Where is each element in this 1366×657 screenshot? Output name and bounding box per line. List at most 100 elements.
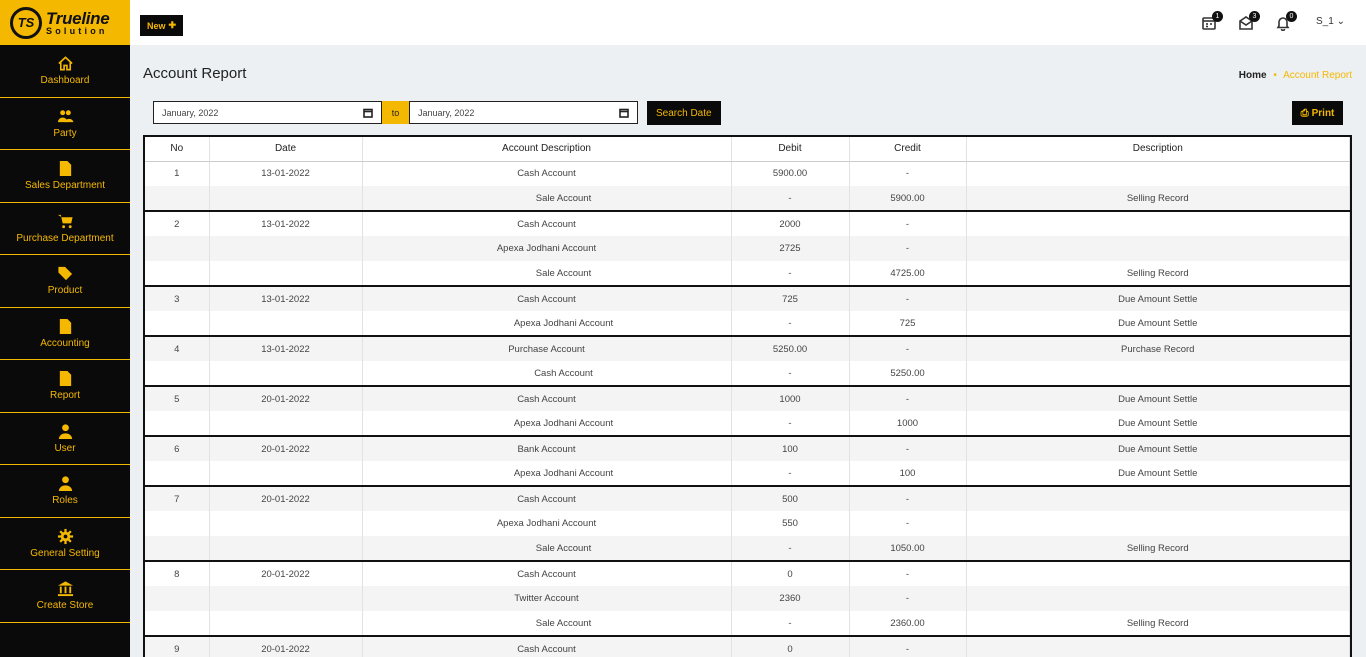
table-row: 6 20-01-2022 Bank Account 100- Due Amount Se… xyxy=(145,435,1350,461)
brand-title: Trueline xyxy=(46,8,110,28)
sidebar-item-accounting[interactable]: Accounting xyxy=(0,308,130,360)
cell-desc: Purchase Record xyxy=(966,335,1350,361)
cell-debit: 1000 xyxy=(731,385,850,411)
search-date-button[interactable]: Search Date xyxy=(647,101,721,125)
cell-desc: Due Amount Settle xyxy=(966,411,1350,436)
logo-mark: TS xyxy=(10,6,42,39)
cell-date: 20-01-2022 xyxy=(209,435,363,461)
cell-credit: 2360.00 xyxy=(849,611,967,636)
cell-date: 13-01-2022 xyxy=(209,335,363,361)
cell-date xyxy=(209,186,363,211)
cell-date: 20-01-2022 xyxy=(209,485,363,511)
cell-date xyxy=(209,511,363,536)
breadcrumb-home[interactable]: Home xyxy=(1239,70,1267,81)
cell-no xyxy=(145,586,210,611)
cell-desc: Selling Record xyxy=(966,611,1350,636)
table-row: Sale Account -2360.00 Selling Record xyxy=(145,611,1350,636)
breadcrumb: Home • Account Report xyxy=(1239,70,1352,81)
cell-no xyxy=(145,611,210,636)
sidebar-item-user[interactable]: User xyxy=(0,413,130,465)
cell-debit: - xyxy=(731,261,850,286)
cell-debit: - xyxy=(731,611,850,636)
bell-icon[interactable]: 0 xyxy=(1275,11,1297,33)
cell-debit: 100 xyxy=(731,435,850,461)
cell-date xyxy=(209,361,363,386)
cell-desc xyxy=(966,485,1350,511)
mail-icon[interactable]: 3 xyxy=(1238,11,1260,33)
cell-debit: - xyxy=(731,311,850,336)
cell-no xyxy=(145,536,210,561)
sidebar-item-label: Accounting xyxy=(40,337,90,349)
column-header-credit: Credit xyxy=(849,137,967,162)
cell-account: Cash Account xyxy=(362,560,732,586)
cell-credit: 4725.00 xyxy=(849,261,967,286)
sidebar-item-party[interactable]: Party xyxy=(0,98,130,150)
cell-desc: Due Amount Settle xyxy=(966,435,1350,461)
cell-desc: Due Amount Settle xyxy=(966,385,1350,411)
table-row: Sale Account -4725.00 Selling Record xyxy=(145,261,1350,286)
cell-desc xyxy=(966,560,1350,586)
brand-logo[interactable]: TS Trueline Solution xyxy=(0,0,130,45)
sidebar-item-product[interactable]: Product xyxy=(0,255,130,308)
table-row: Apexa Jodhani Account -100 Due Amount Sett… xyxy=(145,461,1350,486)
sidebar-item-dashboard[interactable]: Dashboard xyxy=(0,45,130,98)
users-icon xyxy=(57,110,74,122)
cell-no xyxy=(145,361,210,386)
cell-account: Bank Account xyxy=(362,435,732,461)
cell-debit: - xyxy=(731,186,850,211)
cell-date xyxy=(209,611,363,636)
column-header-description: Description xyxy=(966,137,1350,162)
cell-no: 2 xyxy=(145,210,210,236)
sidebar-item-general-setting[interactable]: General Setting xyxy=(0,518,130,570)
cell-desc: Due Amount Settle xyxy=(966,461,1350,486)
cell-debit: 725 xyxy=(731,285,850,311)
cell-desc xyxy=(966,210,1350,236)
cell-no xyxy=(145,186,210,211)
calendar-icon[interactable] xyxy=(619,108,629,118)
cell-date xyxy=(209,311,363,336)
mail-badge: 3 xyxy=(1249,11,1260,22)
table-row: Apexa Jodhani Account 2725- xyxy=(145,236,1350,261)
cell-desc xyxy=(966,511,1350,536)
sidebar-item-roles[interactable]: Roles xyxy=(0,465,130,518)
cell-desc xyxy=(966,160,1350,186)
cart-icon xyxy=(57,214,73,228)
cell-credit: - xyxy=(849,160,967,186)
tasks-icon[interactable]: 1 xyxy=(1201,11,1223,33)
cell-no xyxy=(145,261,210,286)
cell-credit: - xyxy=(849,236,967,261)
cell-account: Cash Account xyxy=(362,285,732,311)
cell-account: Purchase Account xyxy=(362,335,732,361)
account-report-table: No Date Account Description Debit Credit… xyxy=(143,135,1352,657)
cell-no: 7 xyxy=(145,485,210,511)
cell-date xyxy=(209,261,363,286)
new-button[interactable]: New ✚ xyxy=(140,15,184,36)
cell-desc: Selling Record xyxy=(966,186,1350,211)
cell-debit: 2000 xyxy=(731,210,850,236)
sidebar-item-report[interactable]: Report xyxy=(0,360,130,413)
sidebar-item-purchase-department[interactable]: Purchase Department xyxy=(0,203,130,255)
home-icon xyxy=(57,56,73,71)
cell-date xyxy=(209,236,363,261)
cell-account: Twitter Account xyxy=(362,586,732,611)
file-icon xyxy=(59,371,71,387)
cell-no xyxy=(145,461,210,486)
to-date-input[interactable]: January, 2022 xyxy=(409,101,638,124)
chevron-down-icon: ⌄ xyxy=(1336,16,1345,27)
cell-date xyxy=(209,536,363,561)
top-bar: New ✚ 1 3 0 S_1 ⌄ xyxy=(130,0,1366,45)
sidebar-item-label: Party xyxy=(53,127,77,139)
calendar-icon[interactable] xyxy=(363,108,373,118)
print-button[interactable]: ⎙ Print xyxy=(1292,101,1343,125)
sidebar-item-sales-department[interactable]: Sales Department xyxy=(0,150,130,203)
cell-credit: - xyxy=(849,435,967,461)
cell-account: Apexa Jodhani Account xyxy=(362,236,732,261)
breadcrumb-current: Account Report xyxy=(1283,70,1352,81)
table-header-row: No Date Account Description Debit Credit… xyxy=(145,137,1350,162)
sidebar-item-label: Dashboard xyxy=(40,75,90,87)
cell-desc: Selling Record xyxy=(966,536,1350,561)
user-menu[interactable]: S_1 ⌄ xyxy=(1316,16,1345,27)
cell-no: 9 xyxy=(145,635,210,657)
sidebar-item-create-store[interactable]: Create Store xyxy=(0,570,130,623)
from-date-input[interactable]: January, 2022 xyxy=(153,101,382,124)
